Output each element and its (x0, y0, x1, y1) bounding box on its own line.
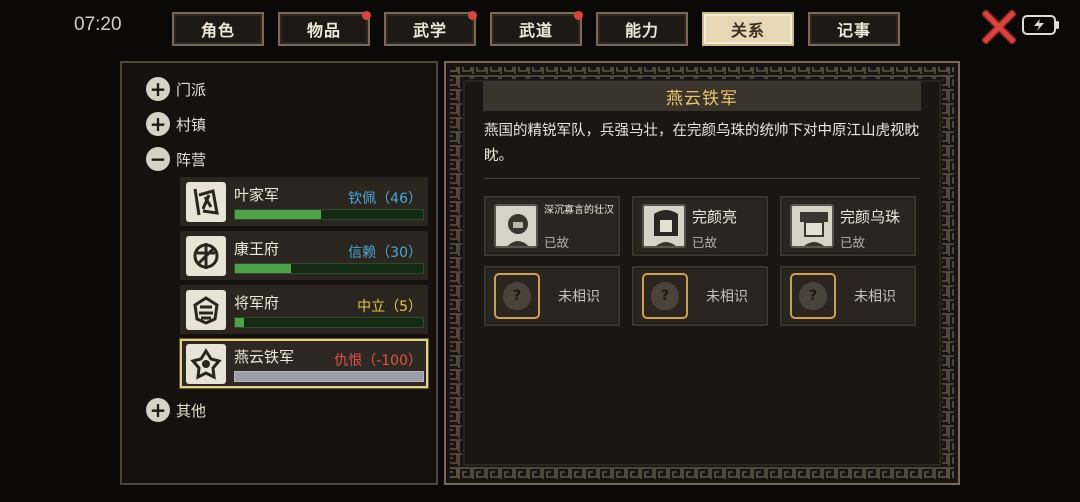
member-card[interactable]: 完颜亮 已故 (632, 196, 768, 256)
close-icon[interactable] (980, 8, 1018, 46)
battery-icon (1022, 15, 1059, 35)
portrait-icon (494, 204, 538, 248)
faction-title: 燕云铁军 (483, 81, 921, 111)
plus-icon[interactable]: + (146, 398, 170, 422)
jiangjunfu-emblem-icon (186, 290, 226, 330)
reputation-bar (234, 317, 424, 328)
faction-item-yejiajun[interactable]: 叶家军 钦佩（46） (180, 177, 428, 226)
faction-status: 钦佩（46） (348, 191, 422, 207)
faction-item-jiangjunfu[interactable]: 将军府 中立（5） (180, 285, 428, 334)
divider (484, 178, 920, 179)
member-card[interactable]: 完颜乌珠 已故 (780, 196, 916, 256)
plus-icon[interactable]: + (146, 77, 170, 101)
notification-dot (574, 11, 583, 20)
tree-item-camp[interactable]: − 阵营 (146, 147, 206, 171)
portrait-icon (790, 204, 834, 248)
unknown-member-card[interactable]: ? 未相识 (632, 266, 768, 326)
category-panel: + 门派 + 村镇 − 阵营 叶家军 钦佩（46） 康王府 信赖（30） 将军府… (120, 61, 438, 485)
reputation-fill (235, 318, 245, 327)
reputation-fill (235, 210, 322, 219)
yejiajun-emblem-icon (186, 182, 226, 222)
faction-item-yanyuntiejun[interactable]: 燕云铁军 仇恨（-100） (180, 339, 428, 388)
unknown-member-card[interactable]: ? 未相识 (780, 266, 916, 326)
minus-icon[interactable]: − (146, 147, 170, 171)
reputation-bar (234, 371, 424, 382)
tab-journal[interactable]: 记事 (808, 12, 900, 46)
tree-item-town[interactable]: + 村镇 (146, 112, 206, 136)
reputation-bar (234, 209, 424, 220)
faction-item-kangwangfu[interactable]: 康王府 信赖（30） (180, 231, 428, 280)
kangwangfu-emblem-icon (186, 236, 226, 276)
unknown-member-card[interactable]: ? 未相识 (484, 266, 620, 326)
tab-character[interactable]: 角色 (172, 12, 264, 46)
tab-martial-way[interactable]: 武道 (490, 11, 583, 46)
top-tabs: 角色 物品 武学 武道 能力 关系 记事 (172, 11, 900, 48)
unknown-portrait-icon: ? (790, 273, 836, 319)
notification-dot (362, 11, 371, 20)
tab-abilities[interactable]: 能力 (596, 12, 688, 46)
plus-icon[interactable]: + (146, 112, 170, 136)
unknown-portrait-icon: ? (494, 273, 540, 319)
faction-status: 仇恨（-100） (334, 353, 422, 369)
portrait-icon (642, 204, 686, 248)
question-mark-icon: ? (503, 282, 531, 310)
yanyuntiejun-emblem-icon (186, 344, 226, 384)
unknown-portrait-icon: ? (642, 273, 688, 319)
tab-relations[interactable]: 关系 (702, 12, 794, 46)
faction-detail-panel: 燕云铁军 燕国的精锐军队，兵强马壮，在完颜乌珠的统帅下对中原江山虎视眈眈。 深沉… (444, 61, 960, 485)
notification-dot (468, 11, 477, 20)
member-card[interactable]: 深沉寡言的壮汉 已故 (484, 196, 620, 256)
question-mark-icon: ? (651, 282, 679, 310)
faction-status: 中立（5） (357, 299, 422, 315)
question-mark-icon: ? (799, 282, 827, 310)
tab-items[interactable]: 物品 (278, 11, 371, 46)
tree-item-other[interactable]: + 其他 (146, 398, 206, 422)
reputation-bar (234, 263, 424, 274)
status-time: 07:20 (74, 14, 122, 35)
tree-item-sect[interactable]: + 门派 (146, 77, 206, 101)
tab-martial-arts[interactable]: 武学 (384, 11, 477, 46)
faction-status: 信赖（30） (348, 245, 422, 261)
faction-description: 燕国的精锐军队，兵强马壮，在完颜乌珠的统帅下对中原江山虎视眈眈。 (484, 123, 919, 164)
reputation-fill (235, 264, 292, 273)
